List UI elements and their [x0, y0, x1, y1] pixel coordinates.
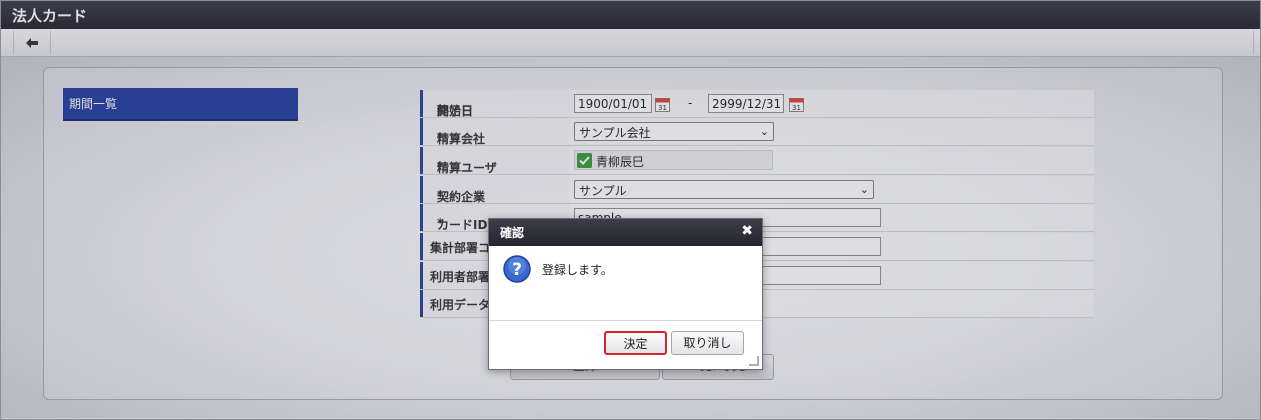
dialog-title: 確認 — [500, 226, 525, 240]
question-icon: ? — [503, 255, 531, 283]
dialog-message: 登録します。 — [542, 263, 613, 277]
cancel-button[interactable]: 取り消し — [671, 331, 744, 355]
dialog-header: 確認 ✖ — [489, 219, 762, 246]
resize-handle[interactable] — [749, 356, 759, 366]
confirm-dialog: 確認 ✖ ? 登録します。 決定 取り消し — [488, 218, 763, 370]
svg-text:?: ? — [512, 260, 522, 280]
close-icon[interactable]: ✖ — [741, 223, 753, 239]
ok-button[interactable]: 決定 — [604, 331, 667, 355]
dialog-footer: 決定 取り消し — [489, 320, 762, 370]
